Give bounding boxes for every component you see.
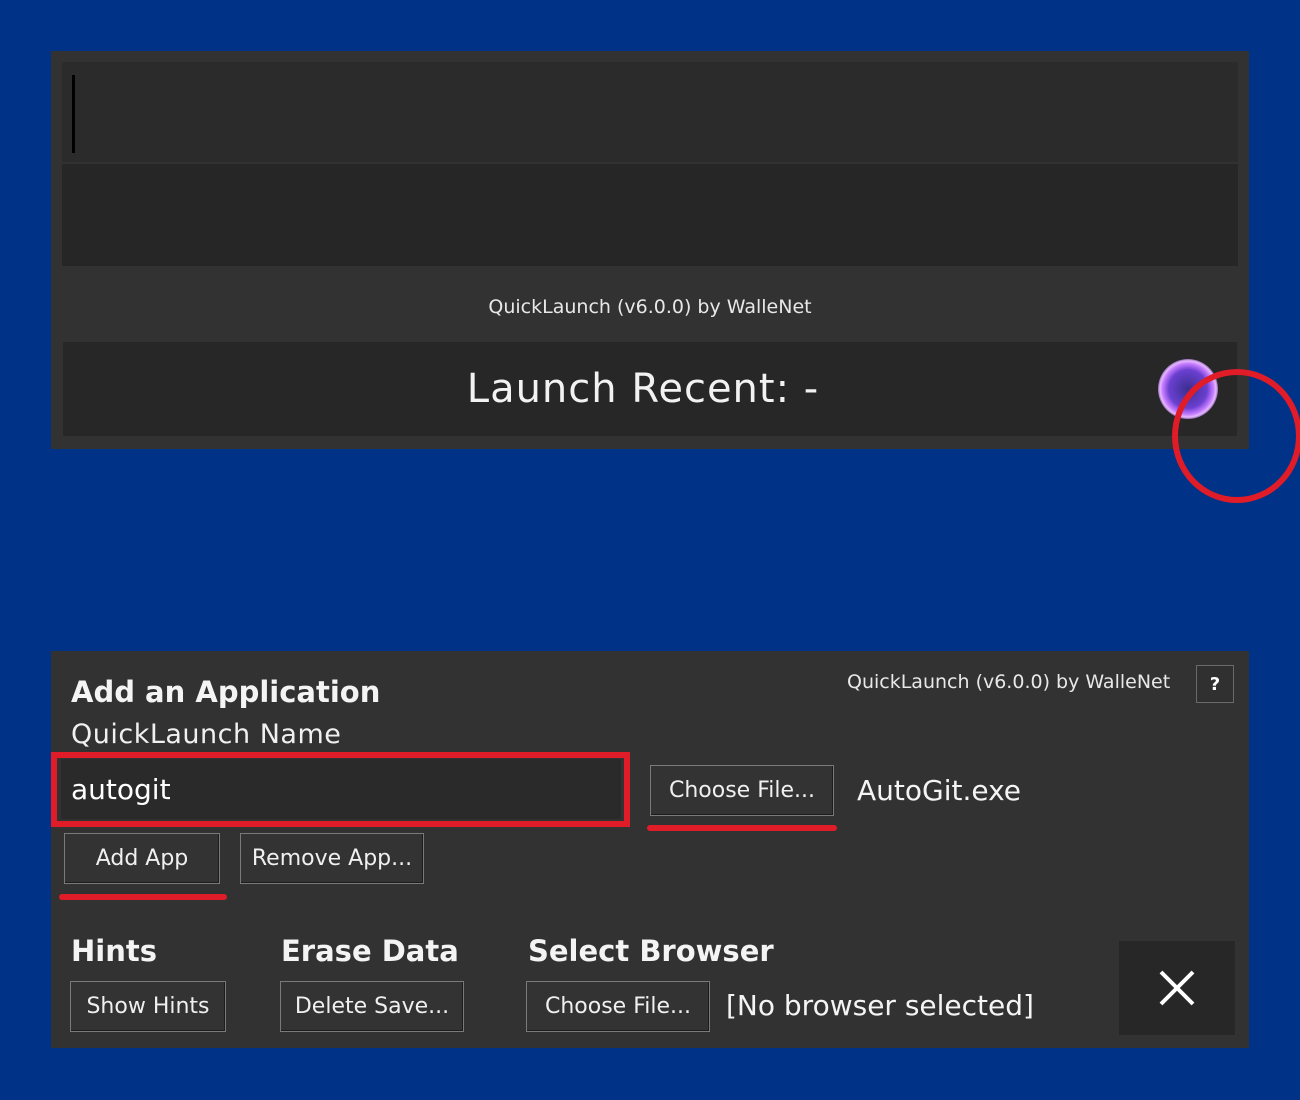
results-area (62, 164, 1238, 266)
annotation-underline-add (59, 894, 227, 900)
remove-app-button[interactable]: Remove App... (240, 833, 424, 884)
search-box[interactable] (62, 62, 1238, 162)
select-browser-heading: Select Browser (528, 934, 774, 968)
selected-file: AutoGit.exe (857, 774, 1022, 807)
hints-heading: Hints (71, 934, 157, 968)
show-hints-button[interactable]: Show Hints (70, 981, 226, 1032)
launch-recent-button[interactable]: Launch Recent: - (63, 342, 1237, 436)
browser-status: [No browser selected] (726, 989, 1034, 1022)
add-app-button[interactable]: Add App (64, 833, 220, 884)
launcher-credit: QuickLaunch (v6.0.0) by WalleNet (488, 296, 812, 318)
annotation-box (51, 752, 630, 827)
add-application-panel: Add an Application QuickLaunch (v6.0.0) … (51, 651, 1249, 1048)
help-button[interactable]: ? (1196, 665, 1234, 703)
manager-credit: QuickLaunch (v6.0.0) by WalleNet (847, 671, 1171, 693)
annotation-underline-choose (647, 825, 837, 831)
browser-choose-file-button[interactable]: Choose File... (526, 981, 710, 1032)
panel-title: Add an Application (71, 675, 381, 709)
choose-file-button[interactable]: Choose File... (650, 765, 834, 816)
launch-recent-label: Launch Recent: - (466, 366, 820, 412)
annotation-circle (1172, 369, 1300, 503)
name-label: QuickLaunch Name (71, 719, 342, 750)
erase-data-heading: Erase Data (281, 934, 459, 968)
close-icon (1159, 970, 1195, 1006)
close-button[interactable] (1119, 941, 1235, 1035)
delete-save-button[interactable]: Delete Save... (280, 981, 464, 1032)
text-caret (72, 75, 75, 153)
launcher-window: QuickLaunch (v6.0.0) by WalleNet Launch … (51, 51, 1300, 503)
